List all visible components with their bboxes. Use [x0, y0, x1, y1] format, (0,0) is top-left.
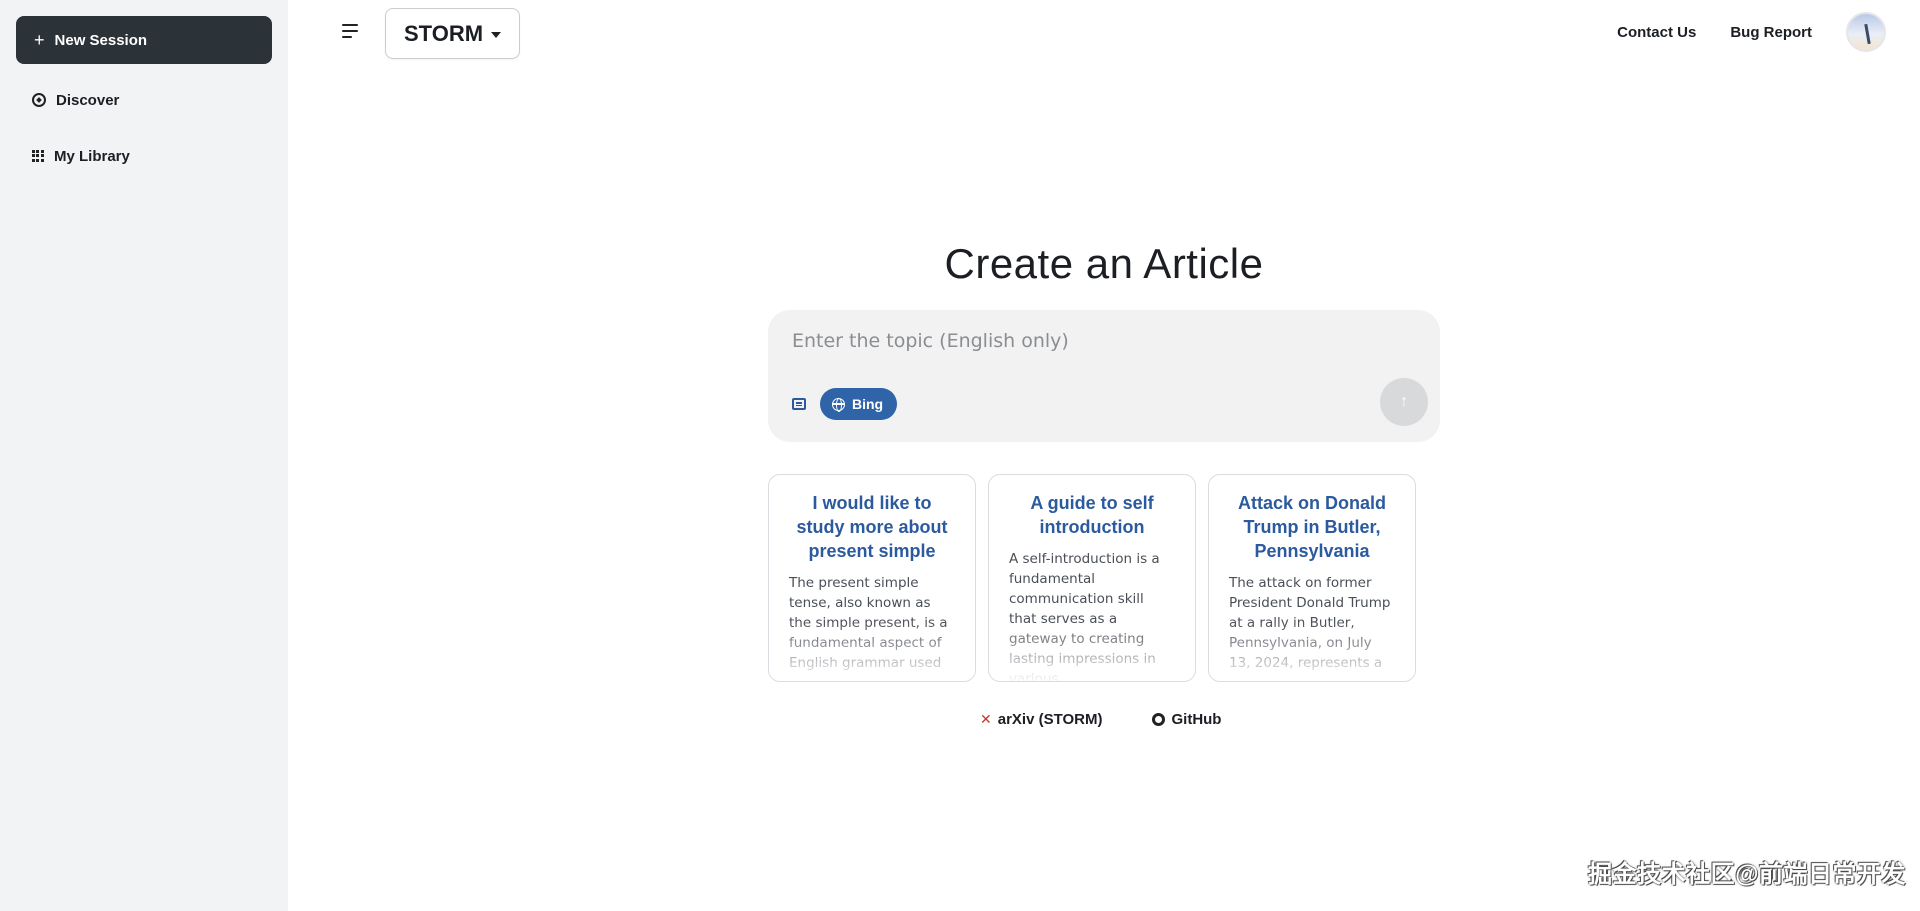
topic-composer: Bing ↑ — [768, 310, 1440, 442]
globe-icon — [832, 397, 845, 412]
example-card[interactable]: I would like to study more about present… — [768, 474, 976, 682]
compass-icon — [32, 93, 46, 107]
header-links: Contact Us Bug Report — [1617, 12, 1886, 52]
plus-icon: + — [34, 30, 45, 50]
card-title: I would like to study more about present… — [796, 493, 948, 561]
arxiv-link-label: arXiv (STORM) — [997, 711, 1103, 728]
grid-icon — [32, 150, 44, 162]
watermark: 掘金技术社区@前端日常开发 — [1588, 861, 1906, 888]
new-session-button[interactable]: + New Session — [16, 16, 272, 64]
document-icon[interactable] — [792, 398, 806, 410]
new-session-label: New Session — [54, 31, 148, 49]
bug-report-link[interactable]: Bug Report — [1730, 24, 1812, 41]
arrow-up-icon: ↑ — [1400, 393, 1408, 410]
sidebar-item-label: Discover — [56, 91, 120, 109]
github-link-label: GitHub — [1171, 711, 1222, 728]
card-body: A self-introduction is a fundamental com… — [1009, 551, 1160, 682]
example-card[interactable]: Attack on Donald Trump in Butler, Pennsy… — [1208, 474, 1416, 682]
example-cards: I would like to study more about present… — [768, 474, 1416, 682]
search-engine-toggle[interactable]: Bing — [820, 388, 898, 420]
sidebar-item-discover[interactable]: Discover — [16, 80, 272, 120]
card-title: Attack on Donald Trump in Butler, Pennsy… — [1237, 493, 1386, 561]
search-engine-label: Bing — [852, 396, 884, 412]
page-title: Create an Article — [944, 240, 1264, 287]
submit-button[interactable]: ↑ — [1380, 378, 1428, 426]
card-body: The attack on former President Donald Tr… — [1229, 575, 1391, 671]
card-body: The present simple tense, also known as … — [789, 575, 948, 671]
contact-us-link[interactable]: Contact Us — [1617, 24, 1696, 41]
footer-links: ✕ arXiv (STORM) GitHub — [980, 711, 1221, 728]
model-select-label: STORM — [404, 20, 484, 46]
composer-tools: Bing — [792, 388, 898, 420]
card-title: A guide to self introduction — [1030, 493, 1154, 537]
sidebar-item-my-library[interactable]: My Library — [16, 136, 272, 176]
arxiv-link[interactable]: ✕ arXiv (STORM) — [980, 711, 1102, 728]
example-card[interactable]: A guide to self introduction A self-intr… — [988, 474, 1196, 682]
sidebar-item-label: My Library — [54, 147, 130, 165]
menu-toggle-icon[interactable] — [342, 24, 358, 42]
x-icon: ✕ — [980, 711, 992, 727]
caret-down-icon — [491, 31, 502, 38]
github-icon — [1152, 713, 1166, 726]
github-link[interactable]: GitHub — [1152, 711, 1221, 728]
topic-input[interactable] — [792, 330, 1416, 352]
sidebar: + New Session Discover My Library — [0, 0, 288, 911]
avatar[interactable] — [1846, 12, 1886, 52]
model-select-dropdown[interactable]: STORM — [385, 8, 521, 59]
